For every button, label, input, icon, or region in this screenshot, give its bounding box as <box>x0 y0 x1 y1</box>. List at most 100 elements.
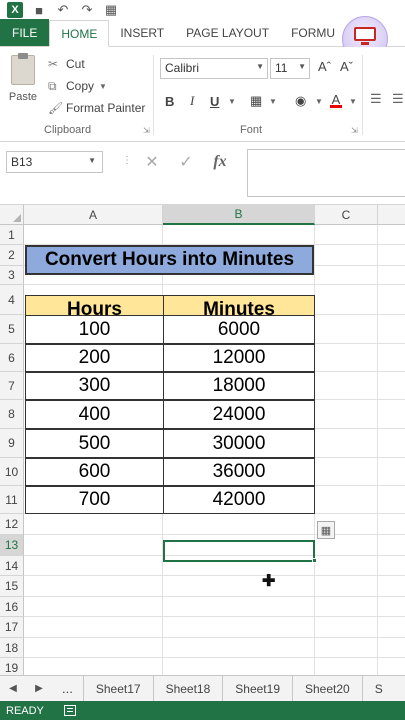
gridline-row <box>24 637 405 638</box>
hours-cell[interactable]: 300 <box>25 372 164 400</box>
tab-page-layout[interactable]: PAGE LAYOUT <box>175 20 280 46</box>
underline-button[interactable]: U <box>210 91 219 111</box>
column-header-b[interactable]: B <box>163 205 315 225</box>
font-color-button[interactable]: A <box>330 91 342 111</box>
spreadsheet-grid[interactable]: A B C 1 2 3 4 5 6 7 8 9 10 11 12 13 14 15 16 17 18 19 Conv… <box>0 205 405 675</box>
hours-cell[interactable]: 100 <box>25 315 164 344</box>
gridline-row <box>24 575 405 576</box>
row-header-18[interactable]: 18 <box>0 638 24 658</box>
minutes-cell[interactable]: 30000 <box>163 429 315 458</box>
row-header-4[interactable]: 4 <box>0 285 24 315</box>
macro-record-icon[interactable] <box>63 705 76 716</box>
hours-cell[interactable]: 400 <box>25 400 164 429</box>
row-header-2[interactable]: 2 <box>0 245 24 266</box>
table-icon[interactable]: ▦ <box>102 2 120 18</box>
row-header-6[interactable]: 6 <box>0 344 24 372</box>
sheet-tab-17[interactable]: Sheet17 <box>84 675 154 702</box>
row-header-19[interactable]: 19 <box>0 658 24 675</box>
minutes-cell[interactable]: 42000 <box>163 486 315 514</box>
chevron-down-icon[interactable]: ▼ <box>349 91 357 111</box>
formula-input[interactable] <box>247 149 405 197</box>
gridline-col <box>377 225 378 675</box>
save-icon[interactable]: ■ <box>30 2 48 18</box>
borders-icon[interactable]: ▦ <box>250 91 262 111</box>
font-name-select[interactable]: Calibri ▼ <box>160 58 268 79</box>
next-sheet-icon[interactable]: ▶ <box>26 683 52 694</box>
row-header-10[interactable]: 10 <box>0 458 24 486</box>
cursor-cross-icon: ✚ <box>262 573 276 590</box>
column-header-a[interactable]: A <box>24 205 163 225</box>
quick-analysis-icon[interactable]: ▦ <box>317 521 335 539</box>
align-center-icon[interactable]: ☰ <box>392 91 404 107</box>
status-text: READY <box>6 704 44 717</box>
chevron-down-icon[interactable]: ▼ <box>269 91 277 111</box>
row-header-12[interactable]: 12 <box>0 514 24 535</box>
selected-cell-b13[interactable] <box>163 540 315 562</box>
sheet-tab-next[interactable]: S <box>363 676 395 702</box>
bold-button[interactable]: B <box>165 91 174 111</box>
scissors-icon: ✂ <box>48 57 59 71</box>
sheet-tab-19[interactable]: Sheet19 <box>223 675 293 702</box>
minutes-cell[interactable]: 6000 <box>163 315 315 344</box>
row-header-8[interactable]: 8 <box>0 400 24 429</box>
sheet-tab-20[interactable]: Sheet20 <box>293 675 363 702</box>
sheet-tab-18[interactable]: Sheet18 <box>154 675 224 702</box>
column-header-d[interactable] <box>378 205 405 225</box>
align-left-icon[interactable]: ☰ <box>370 91 382 107</box>
minutes-cell[interactable]: 12000 <box>163 344 315 372</box>
shrink-font-icon[interactable]: Aˇ <box>340 59 353 74</box>
italic-button[interactable]: I <box>190 91 194 111</box>
row-header-5[interactable]: 5 <box>0 315 24 344</box>
tab-home[interactable]: HOME <box>49 20 110 47</box>
cancel-icon[interactable]: ✕ <box>135 152 169 172</box>
copy-button[interactable]: ⧉ Copy ▼ <box>48 75 145 97</box>
chevron-down-icon[interactable]: ▼ <box>315 91 323 111</box>
formula-actions: ✕ ✓ fx <box>135 151 245 173</box>
row-header-3[interactable]: 3 <box>0 266 24 285</box>
cut-button[interactable]: ✂ Cut <box>48 53 145 75</box>
row-header-13[interactable]: 13 <box>0 535 24 556</box>
row-header-16[interactable]: 16 <box>0 597 24 617</box>
tab-file[interactable]: FILE <box>0 19 50 46</box>
row-header-11[interactable]: 11 <box>0 486 24 514</box>
minutes-cell[interactable]: 36000 <box>163 458 315 486</box>
redo-icon[interactable]: ↷ <box>78 2 96 18</box>
hours-cell[interactable]: 700 <box>25 486 164 514</box>
minutes-cell[interactable]: 24000 <box>163 400 315 429</box>
brush-icon: 🖌 <box>48 101 64 115</box>
font-size-select[interactable]: 11 ▼ <box>270 58 310 79</box>
row-header-15[interactable]: 15 <box>0 576 24 597</box>
excel-app-icon[interactable]: X <box>6 2 24 18</box>
minutes-cell[interactable]: 18000 <box>163 372 315 400</box>
select-all-button[interactable] <box>0 205 24 225</box>
fill-color-icon[interactable]: ◉ <box>295 91 306 111</box>
format-painter-button[interactable]: 🖌 Format Painter <box>48 97 145 119</box>
tab-insert[interactable]: INSERT <box>109 20 175 46</box>
column-header-c[interactable]: C <box>315 205 378 225</box>
chevron-down-icon[interactable]: ▼ <box>228 91 236 111</box>
row-header-17[interactable]: 17 <box>0 617 24 638</box>
grow-font-icon[interactable]: Aˆ <box>318 59 331 74</box>
dialog-launcher-icon[interactable]: ⇲ <box>143 126 150 135</box>
enter-icon[interactable]: ✓ <box>169 152 203 172</box>
dialog-launcher-icon[interactable]: ⇲ <box>351 126 358 135</box>
name-box[interactable]: B13 ▼ <box>6 151 103 173</box>
row-header-7[interactable]: 7 <box>0 372 24 400</box>
more-dots-icon: ⋮ <box>122 155 132 166</box>
hours-cell[interactable]: 200 <box>25 344 164 372</box>
ribbon-home: Paste ✂ Cut ⧉ Copy ▼ 🖌 Format Painter Clipbo… <box>0 47 405 142</box>
row-header-14[interactable]: 14 <box>0 556 24 576</box>
row-header-9[interactable]: 9 <box>0 429 24 458</box>
row-header-1[interactable]: 1 <box>0 225 24 245</box>
paste-button[interactable]: Paste <box>6 53 40 115</box>
prev-sheet-icon[interactable]: ◀ <box>0 683 26 694</box>
hours-cell[interactable]: 600 <box>25 458 164 486</box>
undo-icon[interactable]: ↶ <box>54 2 72 18</box>
quick-access-toolbar: X ■ ↶ ↷ ▦ <box>0 0 405 20</box>
sheet-title-cell[interactable]: Convert Hours into Minutes <box>25 245 314 275</box>
more-sheets-button[interactable]: ... <box>52 675 84 702</box>
tab-formulas[interactable]: FORMU <box>280 20 346 46</box>
hours-cell[interactable]: 500 <box>25 429 164 458</box>
fill-handle[interactable] <box>312 558 317 563</box>
insert-function-icon[interactable]: fx <box>203 153 237 171</box>
